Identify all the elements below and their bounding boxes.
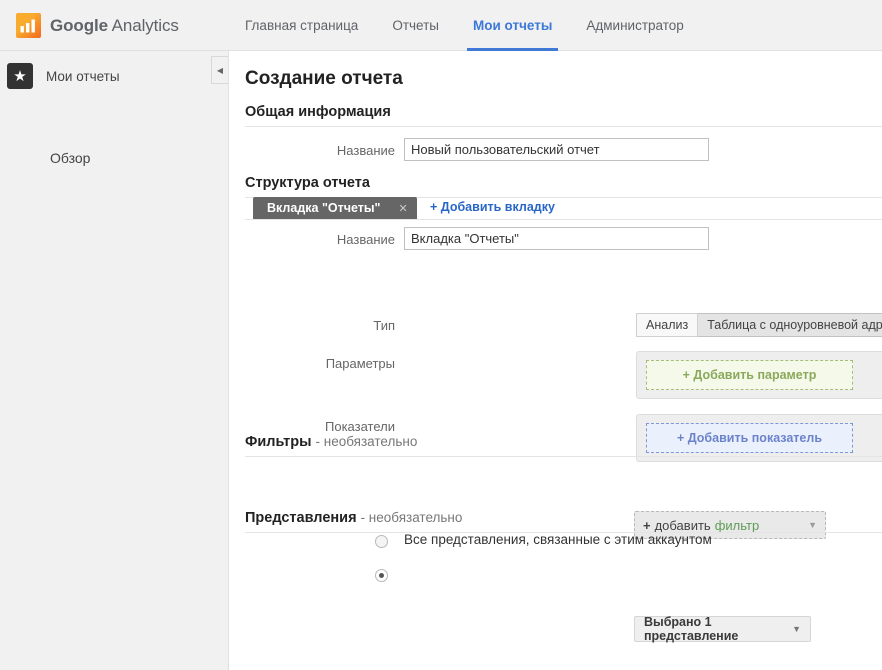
main-content: Создание отчета Общая информация Названи… <box>230 51 882 670</box>
section-views-heading: Представления - необязательно <box>245 510 882 533</box>
sidebar-item-overview[interactable]: Обзор <box>50 150 90 166</box>
views-select[interactable]: Выбрано 1 представление ▼ <box>634 615 811 643</box>
report-name-input[interactable] <box>404 138 709 161</box>
section-general-heading: Общая информация <box>245 104 882 127</box>
add-tab-button[interactable]: + Добавить вкладку <box>430 200 555 214</box>
type-button-flat-table[interactable]: Таблица с одноуровневой адресацией <box>698 313 882 337</box>
star-icon: ★ <box>7 63 33 89</box>
section-structure-heading: Структура отчета <box>245 175 882 198</box>
type-segmented-control: Анализ Таблица с одноуровневой адресацие… <box>636 313 882 337</box>
metrics-label: Показатели <box>325 419 395 434</box>
section-views-optional: - необязательно <box>360 510 463 525</box>
nav-item-admin[interactable]: Администратор <box>569 0 700 51</box>
section-filters-heading: Фильтры - необязательно <box>245 434 882 457</box>
type-button-flat-table-label: Таблица с одноуровневой адресацией <box>707 318 882 332</box>
top-bar: Google Analytics Главная страница Отчеты… <box>0 0 882 51</box>
nav-item-reports-label: Отчеты <box>392 18 439 33</box>
brand: Google Analytics <box>16 13 179 38</box>
radio-selected-views[interactable] <box>375 569 388 582</box>
nav-item-home[interactable]: Главная страница <box>228 0 375 51</box>
tab-name-input[interactable] <box>404 227 709 250</box>
brand-product: Analytics <box>111 15 179 35</box>
dimensions-label: Параметры <box>325 356 395 371</box>
main-nav: Главная страница Отчеты Мои отчеты Админ… <box>228 0 701 51</box>
section-views-title: Представления <box>245 510 357 526</box>
sidebar-title: Мои отчеты <box>46 68 120 84</box>
sidebar: ★ Мои отчеты Обзор ◀ <box>0 51 229 670</box>
radio-all-views[interactable] <box>375 535 388 548</box>
nav-item-admin-label: Администратор <box>586 18 684 33</box>
chevron-down-icon: ▼ <box>792 624 801 634</box>
nav-item-my-reports[interactable]: Мои отчеты <box>456 0 569 51</box>
sidebar-item-overview-label: Обзор <box>50 150 91 166</box>
type-label: Тип <box>373 318 395 333</box>
section-filters-optional: - необязательно <box>315 434 418 449</box>
nav-item-reports[interactable]: Отчеты <box>375 0 456 51</box>
section-filters-title: Фильтры <box>245 434 312 450</box>
brand-text: Google Analytics <box>50 16 179 36</box>
nav-item-home-label: Главная страница <box>245 18 359 33</box>
radio-all-views-label: Все представления, связанные с этим акка… <box>404 532 712 547</box>
tab-name-label: Название <box>336 232 395 247</box>
page-title: Создание отчета <box>245 68 403 89</box>
add-dimension-button[interactable]: + Добавить параметр <box>646 360 853 390</box>
analytics-chart-icon <box>16 13 41 38</box>
sidebar-header[interactable]: ★ Мои отчеты <box>0 58 229 94</box>
report-tab-chip-label: Вкладка "Отчеты" <box>267 201 381 215</box>
nav-item-my-reports-label: Мои отчеты <box>473 18 553 33</box>
close-icon[interactable]: ✕ <box>398 202 407 215</box>
dimensions-dropzone-container: + Добавить параметр <box>636 351 882 399</box>
type-button-analysis-label: Анализ <box>646 318 689 332</box>
views-select-label: Выбрано 1 представление <box>644 615 739 643</box>
type-button-analysis[interactable]: Анализ <box>636 313 699 337</box>
report-tab-chip[interactable]: Вкладка "Отчеты" ✕ <box>253 197 417 219</box>
chevron-left-icon[interactable]: ◀ <box>211 56 228 84</box>
tab-strip: Вкладка "Отчеты" ✕ + Добавить вкладку <box>245 197 882 220</box>
name-label: Название <box>336 143 395 158</box>
brand-google: Google <box>50 15 108 35</box>
